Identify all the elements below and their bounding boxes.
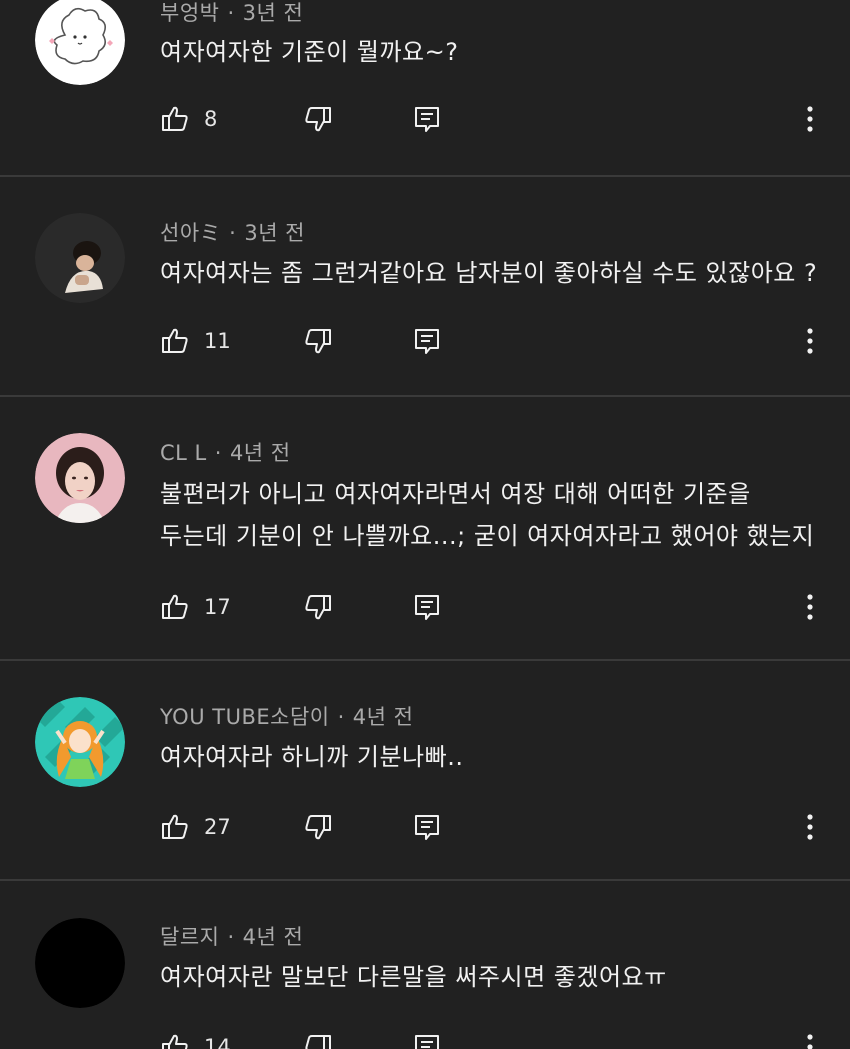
- comment-actions: 27: [160, 807, 840, 847]
- comment-text-line: 여자여자한 기준이 뭘까요~?: [160, 38, 459, 66]
- comment-item: CL L · 4년 전 불편러가 아니고 여자여자라면서 여장 대해 어떠한 기준을…: [0, 397, 850, 659]
- dislike-button[interactable]: [303, 321, 333, 361]
- separator-dot: ·: [337, 705, 345, 729]
- author-name[interactable]: 부엉박: [160, 1, 219, 25]
- author-name[interactable]: YOU TUBE소담이: [160, 705, 330, 729]
- more-options-button[interactable]: [800, 99, 820, 139]
- dislike-button[interactable]: [303, 587, 333, 627]
- comment-item: 선아ミ · 3년 전 여자여자는 좀 그런거같아요 남자분이 좋아하실 수도 있잖아…: [0, 177, 850, 395]
- avatar[interactable]: [35, 433, 125, 523]
- author-name[interactable]: CL L: [160, 441, 207, 465]
- thumbs-down-icon: [303, 812, 333, 842]
- timestamp[interactable]: 4년 전: [353, 705, 414, 729]
- timestamp[interactable]: 3년 전: [244, 221, 305, 245]
- thumbs-up-icon: [160, 812, 190, 842]
- reply-comment-icon: [412, 812, 442, 842]
- reply-comment-icon: [412, 1032, 442, 1049]
- thumbs-down-icon: [303, 104, 333, 134]
- more-vertical-icon: [806, 1033, 814, 1049]
- avatar[interactable]: [35, 0, 125, 85]
- reply-button[interactable]: [412, 99, 442, 139]
- comment-item: YOU TUBE소담이 · 4년 전 여자여자라 하니까 기분나빠.. 27: [0, 661, 850, 879]
- like-count: 17: [204, 595, 231, 619]
- more-vertical-icon: [806, 105, 814, 133]
- thumbs-down-icon: [303, 326, 333, 356]
- thumbs-up-icon: [160, 104, 190, 134]
- like-button[interactable]: 17: [160, 587, 231, 627]
- comment-actions: 14: [160, 1027, 840, 1049]
- reply-button[interactable]: [412, 587, 442, 627]
- like-button[interactable]: 11: [160, 321, 231, 361]
- comment-item: 부엉박 · 3년 전 여자여자한 기준이 뭘까요~? 8: [0, 0, 850, 175]
- more-vertical-icon: [806, 327, 814, 355]
- comment-item: 달르지 · 4년 전 여자여자란 말보단 다른말을 써주시면 좋겠어요ㅠ 14: [0, 881, 850, 1049]
- separator-dot: ·: [214, 441, 222, 465]
- thumbs-down-icon: [303, 1032, 333, 1049]
- avatar[interactable]: [35, 213, 125, 303]
- more-vertical-icon: [806, 813, 814, 841]
- like-count: 14: [204, 1035, 231, 1049]
- like-button[interactable]: 14: [160, 1027, 231, 1049]
- thumbs-up-icon: [160, 592, 190, 622]
- reply-button[interactable]: [412, 321, 442, 361]
- author-name[interactable]: 달르지: [160, 925, 219, 949]
- more-options-button[interactable]: [800, 321, 820, 361]
- author-name[interactable]: 선아ミ: [160, 221, 221, 245]
- thumbs-up-icon: [160, 1032, 190, 1049]
- comment-meta: 부엉박 · 3년 전: [160, 0, 303, 27]
- reply-comment-icon: [412, 592, 442, 622]
- comment-text-line: 여자여자는 좀 그런거같아요 남자분이 좋아하실 수도 있잖아요 ?: [160, 259, 818, 287]
- more-vertical-icon: [806, 593, 814, 621]
- comment-text: 여자여자는 좀 그런거같아요 남자분이 좋아하실 수도 있잖아요 ?: [160, 252, 820, 294]
- comment-text-line: 불편러가 아니고 여자여자라면서 여장 대해 어떠한 기준을: [160, 480, 751, 508]
- like-button[interactable]: 27: [160, 807, 231, 847]
- separator-dot: ·: [227, 925, 235, 949]
- comment-list: 부엉박 · 3년 전 여자여자한 기준이 뭘까요~? 8 선아ミ · 3년 전 …: [0, 0, 850, 1049]
- avatar[interactable]: [35, 918, 125, 1008]
- comment-meta: CL L · 4년 전: [160, 437, 291, 467]
- reply-comment-icon: [412, 104, 442, 134]
- comment-meta: 달르지 · 4년 전: [160, 921, 303, 951]
- comment-text: 여자여자한 기준이 뭘까요~?: [160, 31, 820, 73]
- reply-comment-icon: [412, 326, 442, 356]
- reply-button[interactable]: [412, 807, 442, 847]
- comment-text: 불편러가 아니고 여자여자라면서 여장 대해 어떠한 기준을 두는데 기분이 안…: [160, 473, 820, 557]
- dislike-button[interactable]: [303, 807, 333, 847]
- separator-dot: ·: [227, 1, 235, 25]
- timestamp[interactable]: 3년 전: [243, 1, 304, 25]
- like-count: 27: [204, 815, 231, 839]
- comment-actions: 11: [160, 321, 840, 361]
- comment-text: 여자여자라 하니까 기분나빠..: [160, 736, 820, 778]
- comment-text-line: 여자여자란 말보단 다른말을 써주시면 좋겠어요ㅠ: [160, 963, 667, 991]
- like-count: 11: [204, 329, 231, 353]
- avatar[interactable]: [35, 697, 125, 787]
- comment-meta: 선아ミ · 3년 전: [160, 217, 305, 247]
- dislike-button[interactable]: [303, 1027, 333, 1049]
- more-options-button[interactable]: [800, 1027, 820, 1049]
- comment-text: 여자여자란 말보단 다른말을 써주시면 좋겠어요ㅠ: [160, 956, 820, 998]
- comment-meta: YOU TUBE소담이 · 4년 전: [160, 701, 413, 731]
- separator-dot: ·: [229, 221, 237, 245]
- like-count: 8: [204, 107, 218, 131]
- timestamp[interactable]: 4년 전: [243, 925, 304, 949]
- comment-text-line: 여자여자라 하니까 기분나빠..: [160, 743, 464, 771]
- thumbs-down-icon: [303, 592, 333, 622]
- reply-button[interactable]: [412, 1027, 442, 1049]
- timestamp[interactable]: 4년 전: [230, 441, 291, 465]
- like-button[interactable]: 8: [160, 99, 217, 139]
- more-options-button[interactable]: [800, 807, 820, 847]
- thumbs-up-icon: [160, 326, 190, 356]
- comment-actions: 8: [160, 99, 840, 139]
- comment-text-line: 두는데 기분이 안 나쁠까요...; 굳이 여자여자라고 했어야 했는지: [160, 522, 815, 550]
- comment-actions: 17: [160, 587, 840, 627]
- more-options-button[interactable]: [800, 587, 820, 627]
- dislike-button[interactable]: [303, 99, 333, 139]
